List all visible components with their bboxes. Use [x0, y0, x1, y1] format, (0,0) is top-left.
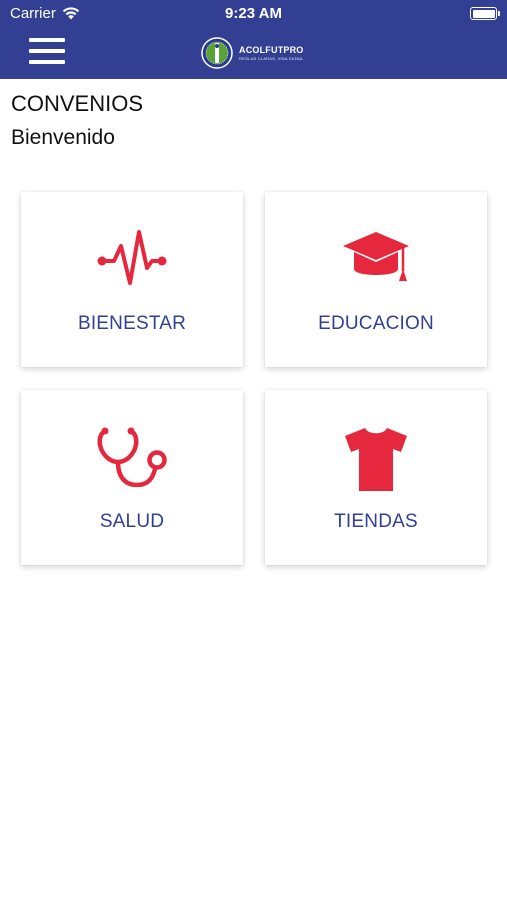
card-educacion[interactable]: EDUCACION: [265, 192, 487, 367]
menu-bar-icon: [29, 49, 65, 53]
card-label: EDUCACION: [318, 313, 434, 334]
card-label: TIENDAS: [334, 511, 418, 532]
logo-name: ACOLFUTPRO: [239, 44, 304, 55]
battery-icon: [470, 7, 500, 20]
logo-slogan: REGLAS CLARAS, VIDA DIGNA.: [239, 55, 304, 61]
heartbeat-icon: [97, 230, 167, 285]
menu-bar-icon: [29, 38, 65, 42]
page-title: CONVENIOS: [11, 91, 144, 116]
card-salud[interactable]: SALUD: [21, 390, 243, 565]
menu-bar-icon: [29, 60, 65, 64]
app-header: Carrier 9:23 AM ACOLFUTPRO REGLAS CLARAS…: [0, 0, 507, 79]
card-bienestar[interactable]: BIENESTAR: [21, 192, 243, 367]
card-label: SALUD: [99, 511, 165, 532]
card-label: BIENESTAR: [77, 313, 187, 334]
menu-button[interactable]: [29, 38, 65, 64]
graduation-cap-icon: [343, 232, 409, 281]
app-logo: ACOLFUTPRO REGLAS CLARAS, VIDA DIGNA.: [201, 37, 304, 69]
tshirt-icon: [345, 428, 407, 491]
logo-emblem-icon: [201, 37, 233, 69]
stethoscope-icon: [97, 427, 167, 487]
status-time: 9:23 AM: [225, 5, 282, 22]
page-subtitle: Bienvenido: [11, 126, 115, 149]
status-bar: Carrier 9:23 AM: [0, 0, 507, 28]
card-tiendas[interactable]: TIENDAS: [265, 390, 487, 565]
